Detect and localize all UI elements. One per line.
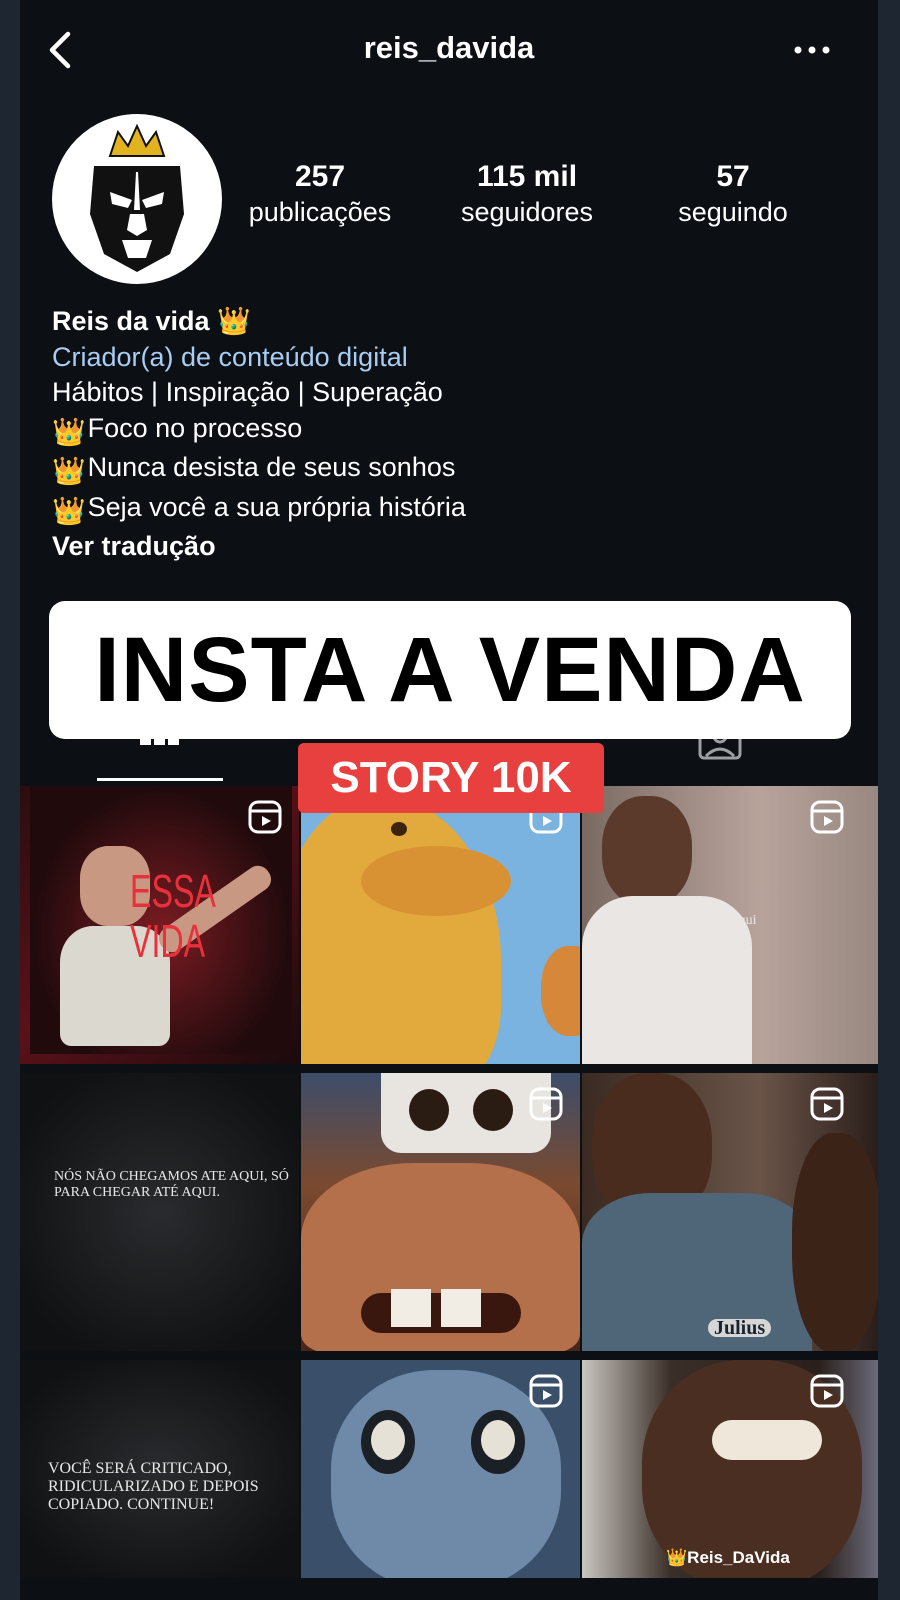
post-watermark: 👑Reis_DaVida [666, 1548, 790, 1567]
post-thumbnail[interactable] [301, 1360, 580, 1578]
stat-following[interactable]: 57 seguindo [633, 160, 833, 230]
post-thumbnail[interactable] [301, 786, 580, 1064]
post-thumbnail[interactable]: Julius [582, 1073, 878, 1351]
profile-category[interactable]: Criador(a) de conteúdo digital [52, 340, 466, 376]
posts-label: publicações [248, 197, 392, 227]
top-bar: reis_davida [20, 0, 878, 96]
active-tab-indicator [97, 778, 223, 781]
story-badge: STORY 10K [298, 743, 604, 813]
post-caption: Eu entrei aqui [678, 913, 757, 928]
bio-line: 👑Foco no processo [52, 411, 466, 451]
post-thumbnail[interactable]: Eu entrei aqui [582, 786, 878, 1064]
reel-icon [810, 1087, 844, 1121]
profile-bio: Reis da vida 👑 Criador(a) de conteúdo di… [52, 304, 466, 565]
more-options-icon[interactable] [790, 38, 834, 62]
post-thumbnail[interactable]: ESSA VIDA [20, 786, 299, 1064]
posts-count: 257 [294, 160, 346, 193]
crown-icon: 👑 [52, 456, 86, 486]
crown-icon: 👑 [52, 416, 86, 447]
profile-name: Reis da vida 👑 [52, 306, 251, 336]
post-caption: NÓS NÃO CHEGAMOS ATE AQUI, SÓ PARA CHEGA… [54, 1169, 289, 1200]
story-badge-text: STORY 10K [330, 753, 572, 802]
followers-label: seguidores [460, 197, 594, 227]
profile-avatar[interactable] [52, 114, 222, 284]
bio-line: 👑Nunca desista de seus sonhos [52, 450, 466, 490]
reel-icon [248, 800, 282, 834]
post-thumbnail[interactable] [301, 1073, 580, 1351]
stat-posts[interactable]: 257 publicações [220, 160, 420, 230]
profile-username: reis_davida [363, 30, 535, 65]
bio-line: 👑Seja você a sua própria história [52, 490, 466, 530]
phone-screen: reis_davida 257 publicações 115 mil segu… [20, 0, 878, 1600]
see-translation-link[interactable]: Ver tradução [52, 529, 466, 565]
sale-banner: INSTA A VENDA [49, 601, 851, 739]
post-thumbnail[interactable]: NÓS NÃO CHEGAMOS ATE AQUI, SÓ PARA CHEGA… [20, 1073, 299, 1351]
reel-icon [810, 800, 844, 834]
sale-banner-text: INSTA A VENDA [94, 619, 806, 721]
post-caption: VOCÊ SERÁ CRITICADO, RIDICULARIZADO E DE… [48, 1460, 259, 1513]
post-caption: Julius [708, 1318, 772, 1338]
reel-icon [529, 1374, 563, 1408]
post-thumbnail[interactable]: 👑Reis_DaVida [582, 1360, 878, 1578]
following-label: seguindo [678, 197, 788, 227]
post-caption: ESSA VIDA [130, 865, 215, 967]
bio-line: Hábitos | Inspiração | Superação [52, 377, 443, 407]
stat-followers[interactable]: 115 mil seguidores [427, 160, 627, 230]
post-thumbnail[interactable]: VOCÊ SERÁ CRITICADO, RIDICULARIZADO E DE… [20, 1360, 299, 1578]
crown-icon: 👑 [52, 495, 86, 526]
reel-icon [810, 1374, 844, 1408]
following-count: 57 [716, 160, 750, 193]
followers-count: 115 mil [476, 160, 578, 193]
lion-logo-icon [90, 123, 184, 272]
reel-icon [529, 1087, 563, 1121]
